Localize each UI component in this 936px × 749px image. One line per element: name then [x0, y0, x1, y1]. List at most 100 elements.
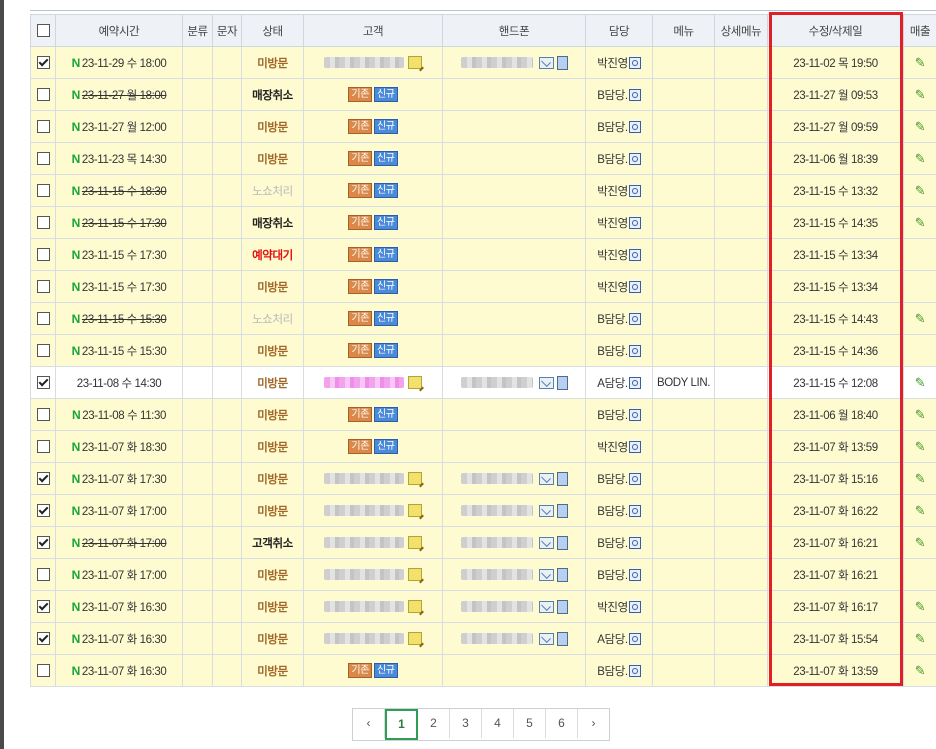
reservation-time-cell[interactable]: N 23-11-07 화 17:00 [55, 494, 183, 527]
customer-name-redacted[interactable] [324, 601, 404, 612]
staff-cell[interactable]: 박진영 [585, 270, 653, 303]
staff-cell[interactable]: 박진영 [585, 430, 653, 463]
status-cell[interactable]: 미방문 [241, 142, 304, 175]
status-cell[interactable]: 미방문 [241, 654, 304, 687]
customer-cell[interactable] [303, 526, 443, 559]
reservation-time-cell[interactable]: N 23-11-29 수 18:00 [55, 46, 183, 79]
status-text[interactable]: 미방문 [257, 58, 288, 70]
call-icon[interactable] [556, 599, 568, 614]
call-icon[interactable] [556, 375, 568, 390]
reservation-time[interactable]: 23-11-08 수 11:30 [82, 410, 166, 422]
status-text[interactable]: 미방문 [257, 506, 288, 518]
sales-cell[interactable]: ✎ [903, 174, 936, 207]
reservation-time-cell[interactable]: N 23-11-07 화 17:00 [55, 558, 183, 591]
reservation-time-cell[interactable]: N 23-11-07 화 17:00 [55, 526, 183, 559]
reservation-time-cell[interactable]: N 23-11-15 수 15:30 [55, 302, 183, 335]
reservation-time-cell[interactable]: N 23-11-07 화 16:30 [55, 654, 183, 687]
table-row[interactable]: N 23-11-07 화 16:30 미방문 A담당. 23-11-07 화 15:54… [30, 622, 936, 655]
staff-search-icon[interactable] [628, 249, 641, 262]
edit-sales-pencil-icon[interactable]: ✎ [915, 439, 926, 454]
existing-badge[interactable]: 기존 [348, 279, 372, 294]
call-icon[interactable] [556, 55, 568, 70]
reservation-time-cell[interactable]: N 23-11-27 월 18:00 [55, 78, 183, 111]
status-cell[interactable]: 미방문 [241, 110, 304, 143]
table-row[interactable]: N 23-11-07 화 18:30 미방문 기존 신규 박진영 23-11-07 화 13… [30, 430, 936, 463]
reservation-time[interactable]: 23-11-15 수 17:30 [82, 218, 167, 230]
status-cell[interactable]: 미방문 [241, 270, 304, 303]
staff-cell[interactable]: 박진영 [585, 238, 653, 271]
existing-badge[interactable]: 기존 [348, 119, 372, 134]
existing-badge[interactable]: 기존 [348, 183, 372, 198]
status-text[interactable]: 고객취소 [252, 538, 293, 550]
edit-sales-pencil-icon[interactable]: ✎ [915, 311, 926, 326]
row-checkbox[interactable] [36, 280, 50, 293]
header-category[interactable]: 분류 [182, 14, 213, 47]
new-badge[interactable]: 신규 [374, 663, 398, 678]
edit-sales-pencil-icon[interactable]: ✎ [915, 535, 926, 550]
call-icon[interactable] [556, 503, 568, 518]
reservation-time[interactable]: 23-11-07 화 16:30 [82, 634, 167, 646]
status-text[interactable]: 미방문 [257, 410, 288, 422]
sms-send-icon[interactable] [538, 472, 554, 485]
customer-cell[interactable]: 기존 신규 [303, 654, 443, 687]
row-select-cell[interactable] [30, 206, 56, 239]
staff-cell[interactable]: B담당. [585, 462, 653, 495]
status-text[interactable]: 미방문 [257, 666, 288, 678]
customer-cell[interactable]: 기존 신규 [303, 430, 443, 463]
edit-sales-pencil-icon[interactable]: ✎ [915, 631, 926, 646]
sms-send-icon[interactable] [538, 504, 554, 517]
header-select-all[interactable] [30, 14, 56, 47]
new-badge[interactable]: 신규 [374, 87, 398, 102]
reservation-time[interactable]: 23-11-15 수 15:30 [82, 346, 167, 358]
status-text[interactable]: 미방문 [257, 282, 288, 294]
reservation-time-cell[interactable]: N 23-11-15 수 17:30 [55, 238, 183, 271]
reservation-time[interactable]: 23-11-27 월 12:00 [82, 122, 167, 134]
table-row[interactable]: N 23-11-15 수 17:30 예약대기 기존 신규 박진영 23-11-15 수 1… [30, 238, 936, 271]
table-row[interactable]: N 23-11-07 화 16:30 미방문 박진영 23-11-07 화 16:17 ✎ [30, 590, 936, 623]
reservation-time[interactable]: 23-11-07 화 17:00 [82, 538, 167, 550]
staff-cell[interactable]: A담당. [585, 366, 653, 399]
reservation-time-cell[interactable]: N 23-11-07 화 16:30 [55, 590, 183, 623]
table-row[interactable]: N 23-11-15 수 18:30 노쇼처리 기존 신규 박진영 23-11-15 수 1… [30, 174, 936, 207]
row-select-cell[interactable] [30, 398, 56, 431]
page-3-button[interactable]: 3 [450, 709, 482, 738]
staff-cell[interactable]: A담당. [585, 622, 653, 655]
header-sms[interactable]: 문자 [212, 14, 242, 47]
header-menu[interactable]: 메뉴 [652, 14, 715, 47]
row-select-cell[interactable] [30, 334, 56, 367]
status-text[interactable]: 미방문 [257, 570, 288, 582]
status-text[interactable]: 매장취소 [252, 218, 293, 230]
customer-cell[interactable] [303, 558, 443, 591]
reservation-time[interactable]: 23-11-07 화 17:00 [82, 570, 167, 582]
new-badge[interactable]: 신규 [374, 119, 398, 134]
sales-cell[interactable]: ✎ [903, 46, 936, 79]
row-checkbox[interactable] [36, 664, 50, 677]
header-customer[interactable]: 고객 [303, 14, 443, 47]
row-select-cell[interactable] [30, 174, 56, 207]
reservation-time[interactable]: 23-11-07 화 18:30 [82, 442, 167, 454]
staff-search-icon[interactable] [628, 409, 641, 422]
row-select-cell[interactable] [30, 366, 56, 399]
row-checkbox[interactable] [36, 216, 50, 229]
page-4-button[interactable]: 4 [482, 709, 514, 738]
table-row[interactable]: N 23-11-08 수 11:30 미방문 기존 신규 B담당. 23-11-06 월 1… [30, 398, 936, 431]
edit-sales-pencil-icon[interactable]: ✎ [915, 151, 926, 166]
table-row[interactable]: N 23-11-15 수 15:30 미방문 기존 신규 B담당. 23-11-15 수 1… [30, 334, 936, 367]
status-text[interactable]: 노쇼처리 [252, 186, 293, 198]
existing-badge[interactable]: 기존 [348, 343, 372, 358]
sales-cell[interactable]: ✎ [903, 494, 936, 527]
staff-cell[interactable]: B담당. [585, 78, 653, 111]
staff-search-icon[interactable] [628, 473, 641, 486]
status-text[interactable]: 미방문 [257, 346, 288, 358]
table-row[interactable]: N 23-11-07 화 17:00 미방문 B담당. 23-11-07 화 16:22… [30, 494, 936, 527]
status-text[interactable]: 미방문 [257, 634, 288, 646]
status-text[interactable]: 미방문 [257, 602, 288, 614]
reservation-time[interactable]: 23-11-07 화 16:30 [82, 666, 167, 678]
table-row[interactable]: N 23-11-23 목 14:30 미방문 기존 신규 B담당. 23-11-06 월 1… [30, 142, 936, 175]
staff-cell[interactable]: B담당. [585, 302, 653, 335]
new-badge[interactable]: 신규 [374, 247, 398, 262]
existing-badge[interactable]: 기존 [348, 663, 372, 678]
sales-cell[interactable]: ✎ [903, 526, 936, 559]
row-select-cell[interactable] [30, 654, 56, 687]
customer-cell[interactable] [303, 590, 443, 623]
